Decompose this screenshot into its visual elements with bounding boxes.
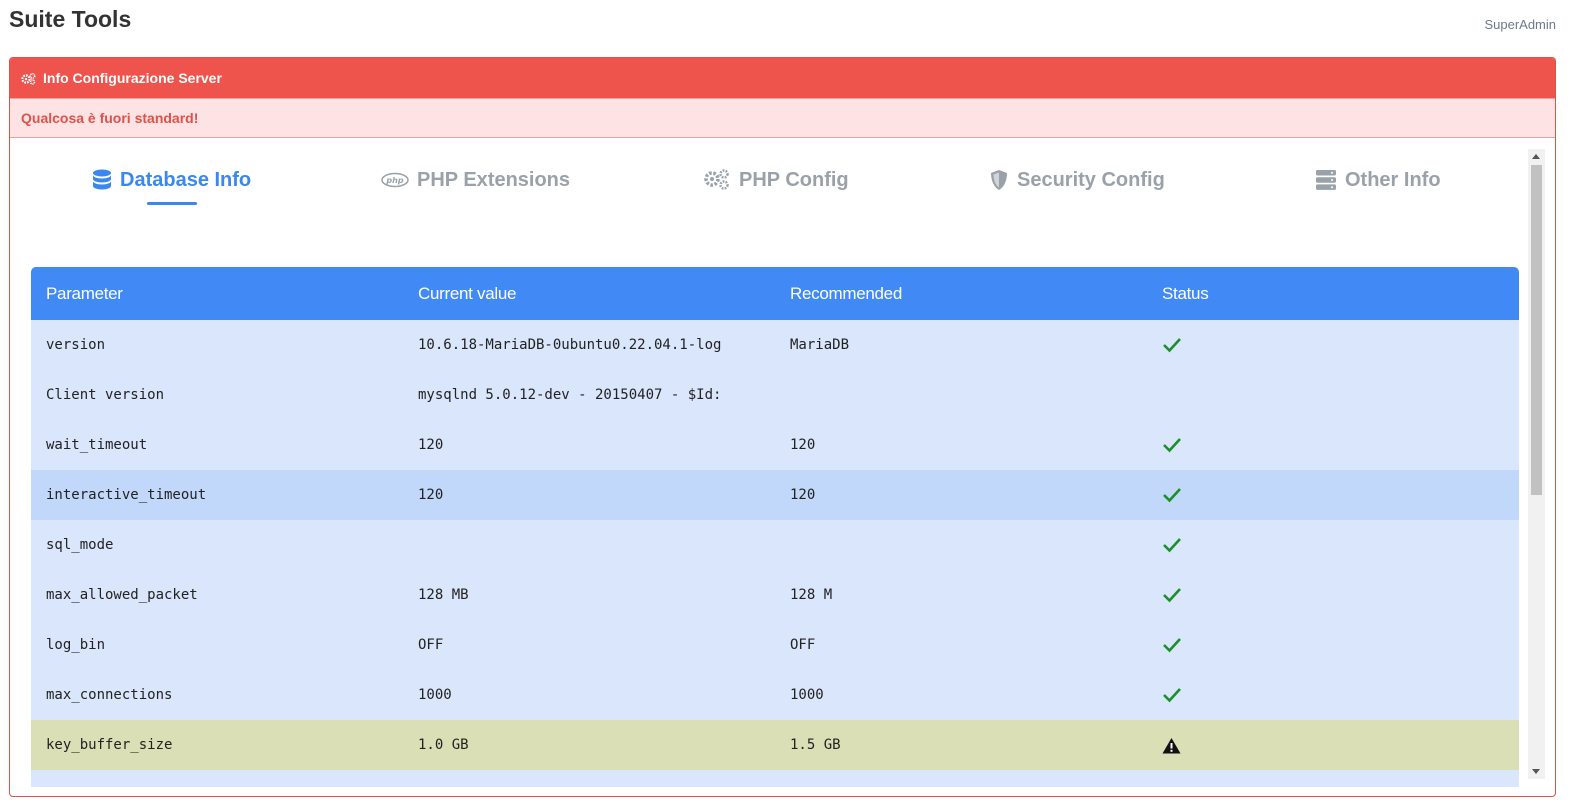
column-header-parameter: Parameter [31,267,403,320]
tab-label: PHP Config [739,168,849,191]
scroll-down-arrow-icon[interactable] [1532,769,1540,774]
check-icon [1163,538,1181,553]
server-icon [1316,170,1336,190]
check-icon [1163,338,1181,353]
cell-parameter: Client version [31,370,403,420]
cell-current-value: mysqlnd 5.0.12-dev - 20150407 - $Id: [403,370,775,420]
content-scrollbar[interactable] [1528,149,1545,779]
cell-status [1147,620,1519,670]
cell-status [1147,570,1519,620]
scrollbar-thumb[interactable] [1531,165,1542,495]
check-icon [1163,588,1181,603]
tab-database-info[interactable]: Database Info [92,164,251,196]
panel-header: Info Configurazione Server [10,58,1555,98]
check-icon [1163,438,1181,453]
cell-current-value: 120 [403,470,775,520]
table-row: max_connections 1000 1000 [31,670,1519,720]
cell-recommended: OFF [775,620,1147,670]
tab-php-config[interactable]: PHP Config [703,164,849,196]
tab-label: Security Config [1017,168,1165,191]
table-row: version 10.6.18-MariaDB-0ubuntu0.22.04.1… [31,320,1519,370]
shield-icon [991,170,1007,190]
table-row [31,770,1519,787]
alert-message: Qualcosa è fuori standard! [10,98,1555,138]
cogs-icon [21,72,36,85]
cell-recommended: 1.5 GB [775,720,1147,770]
panel-title: Info Configurazione Server [43,70,222,86]
table-row: Client version mysqlnd 5.0.12-dev - 2015… [31,370,1519,420]
gears-icon [704,169,729,190]
cell-recommended: 1000 [775,670,1147,720]
database-info-table: Parameter Current value Recommended Stat… [31,267,1519,787]
cell-parameter: max_connections [31,670,403,720]
cell-current-value: 120 [403,420,775,470]
cell-status [1147,370,1519,420]
cell-status [1147,420,1519,470]
tab-other-info[interactable]: Other Info [1315,164,1441,196]
database-icon [93,169,111,190]
tab-label: Database Info [120,168,252,191]
cell-recommended [775,770,1147,787]
check-icon [1163,638,1181,653]
cell-parameter: log_bin [31,620,403,670]
warning-icon [1162,737,1181,753]
column-header-recommended: Recommended [775,267,1147,320]
cell-parameter: sql_mode [31,520,403,570]
cell-current-value: 1000 [403,670,775,720]
cell-recommended [775,520,1147,570]
page-title: Suite Tools [9,6,132,32]
column-header-current-value: Current value [403,267,775,320]
table-header-row: Parameter Current value Recommended Stat… [31,267,1519,320]
active-tab-indicator [147,202,197,205]
cell-status [1147,320,1519,370]
cell-parameter: wait_timeout [31,420,403,470]
svg-text:php: php [385,176,403,185]
table-row: sql_mode [31,520,1519,570]
table-row: max_allowed_packet 128 MB 128 M [31,570,1519,620]
server-config-panel: Info Configurazione Server Qualcosa è fu… [9,57,1556,797]
column-header-status: Status [1147,267,1519,320]
cell-status [1147,770,1519,787]
php-icon: php [381,172,409,188]
cell-current-value: 10.6.18-MariaDB-0ubuntu0.22.04.1-log [403,320,775,370]
panel-content: Database Info php PHP Extensions PHP Con… [10,139,1555,796]
cell-parameter: interactive_timeout [31,470,403,520]
tab-label: Other Info [1345,168,1441,191]
table-row: log_bin OFF OFF [31,620,1519,670]
cell-current-value: 128 MB [403,570,775,620]
cell-status [1147,520,1519,570]
scroll-up-arrow-icon[interactable] [1532,154,1540,159]
check-icon [1163,488,1181,503]
cell-current-value [403,520,775,570]
tab-security-config[interactable]: Security Config [989,164,1165,196]
cell-recommended: 128 M [775,570,1147,620]
table-row: wait_timeout 120 120 [31,420,1519,470]
cell-current-value: 1.0 GB [403,720,775,770]
table-row-hovered: interactive_timeout 120 120 [31,470,1519,520]
table-row-warning: key_buffer_size 1.0 GB 1.5 GB [31,720,1519,770]
cell-recommended: 120 [775,420,1147,470]
cell-status [1147,670,1519,720]
tab-php-extensions[interactable]: php PHP Extensions [381,164,570,196]
cell-recommended: 120 [775,470,1147,520]
cell-status [1147,470,1519,520]
cell-parameter: key_buffer_size [31,720,403,770]
tab-label: PHP Extensions [417,168,571,191]
cell-recommended: MariaDB [775,320,1147,370]
tab-bar: Database Info php PHP Extensions PHP Con… [10,139,1520,219]
cell-current-value [403,770,775,787]
cell-recommended [775,370,1147,420]
user-label[interactable]: SuperAdmin [1484,17,1556,32]
cell-parameter [31,770,403,787]
cell-parameter: max_allowed_packet [31,570,403,620]
cell-current-value: OFF [403,620,775,670]
check-icon [1163,688,1181,703]
cell-parameter: version [31,320,403,370]
cell-status [1147,720,1519,770]
